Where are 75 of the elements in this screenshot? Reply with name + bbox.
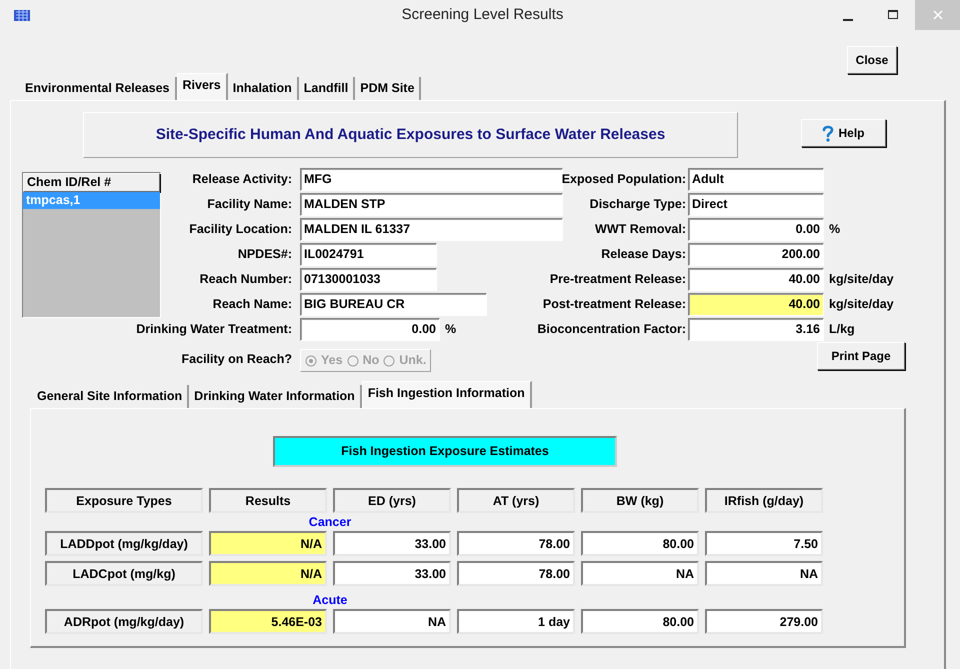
text-field[interactable]: 3.16 bbox=[688, 318, 824, 341]
app-icon bbox=[14, 8, 30, 22]
field-label: Facility on Reach? bbox=[180, 351, 293, 368]
text-field[interactable]: Direct bbox=[688, 193, 824, 216]
unit-label: L/kg bbox=[828, 321, 856, 338]
text-field[interactable]: 0.00 bbox=[688, 218, 824, 241]
print-page-button[interactable]: Print Page bbox=[817, 342, 905, 370]
window-title: Screening Level Results bbox=[400, 5, 564, 25]
table-cell: 78.00 bbox=[457, 531, 575, 556]
text-field[interactable]: 40.00 bbox=[688, 293, 824, 316]
row-header: LADCpot (mg/kg) bbox=[45, 561, 203, 586]
table-cell: 80.00 bbox=[581, 531, 699, 556]
column-header: AT (yrs) bbox=[457, 488, 575, 513]
field-label: Facility Name: bbox=[206, 196, 293, 214]
close-icon bbox=[932, 10, 942, 20]
minimize-icon bbox=[842, 19, 852, 21]
unit-label: % bbox=[828, 221, 842, 238]
field-label: Release Days: bbox=[601, 246, 687, 264]
column-header: IRfish (g/day) bbox=[705, 488, 823, 513]
table-cell: 33.00 bbox=[333, 561, 451, 586]
unit-label: kg/site/day bbox=[828, 296, 895, 314]
column-header: ED (yrs) bbox=[333, 488, 451, 513]
text-field[interactable]: 40.00 bbox=[688, 268, 824, 291]
text-field[interactable]: MALDEN STP bbox=[300, 193, 563, 216]
help-icon bbox=[822, 124, 834, 142]
list-header: Chem ID/Rel # bbox=[23, 173, 160, 192]
row-header: LADDpot (mg/kg/day) bbox=[45, 531, 203, 556]
maximize-icon bbox=[888, 10, 898, 20]
text-field[interactable]: 07130001033 bbox=[300, 268, 437, 291]
field-label: Reach Name: bbox=[212, 296, 293, 314]
field-label: Discharge Type: bbox=[590, 196, 687, 214]
field-label: WWT Removal: bbox=[595, 221, 687, 238]
field-label: NPDES#: bbox=[236, 246, 293, 264]
table-cell: NA bbox=[333, 609, 451, 634]
text-field[interactable]: 200.00 bbox=[688, 243, 824, 266]
section-heading: Fish Ingestion Exposure Estimates bbox=[273, 436, 617, 467]
text-field[interactable]: MALDEN IL 61337 bbox=[300, 218, 563, 241]
group-label: Cancer bbox=[308, 515, 352, 529]
field-label: Bioconcentration Factor: bbox=[537, 321, 687, 338]
text-field[interactable]: BIG BUREAU CR bbox=[300, 293, 487, 316]
help-button[interactable]: Help bbox=[801, 119, 886, 147]
table-cell: 1 day bbox=[457, 609, 575, 634]
section-heading: Site-Specific Human And Aquatic Exposures to Surface Water Releases bbox=[83, 112, 738, 158]
row-header: ADRpot (mg/kg/day) bbox=[45, 609, 203, 634]
field-label: Facility Location: bbox=[188, 221, 293, 238]
column-header: Results bbox=[209, 488, 327, 513]
field-label: Reach Number: bbox=[198, 271, 293, 288]
text-field[interactable]: Adult bbox=[688, 168, 824, 191]
column-header: Exposure Types bbox=[45, 488, 203, 513]
text-field[interactable]: IL0024791 bbox=[300, 243, 437, 266]
table-cell: 279.00 bbox=[705, 609, 823, 634]
unit-label: kg/site/day bbox=[828, 271, 895, 288]
field-label: Pre-treatment Release: bbox=[550, 271, 687, 288]
group-label: Acute bbox=[312, 593, 348, 607]
table-cell: 78.00 bbox=[457, 561, 575, 586]
text-field[interactable]: 0.00 bbox=[300, 318, 440, 341]
chem-list[interactable]: Chem ID/Rel # tmpcas,1 bbox=[22, 172, 161, 318]
table-cell: 33.00 bbox=[333, 531, 451, 556]
column-header: BW (kg) bbox=[581, 488, 699, 513]
field-label: Drinking Water Treatment: bbox=[135, 321, 293, 338]
table-cell: 80.00 bbox=[581, 609, 699, 634]
field-label: Release Activity: bbox=[191, 171, 293, 188]
field-label: Exposed Population: bbox=[562, 171, 687, 188]
close-button[interactable]: Close bbox=[847, 46, 897, 74]
table-cell: 5.46E-03 bbox=[209, 609, 327, 634]
table-cell: N/A bbox=[209, 561, 327, 586]
text-field[interactable]: MFG bbox=[300, 168, 563, 191]
table-cell: 7.50 bbox=[705, 531, 823, 556]
table-cell: N/A bbox=[209, 531, 327, 556]
table-cell: NA bbox=[705, 561, 823, 586]
field-label: Post-treatment Release: bbox=[542, 296, 687, 314]
unit-label: % bbox=[444, 321, 456, 338]
tab[interactable]: Rivers bbox=[176, 73, 228, 100]
tab[interactable]: Fish Ingestion Information bbox=[362, 381, 532, 408]
table-cell: NA bbox=[581, 561, 699, 586]
